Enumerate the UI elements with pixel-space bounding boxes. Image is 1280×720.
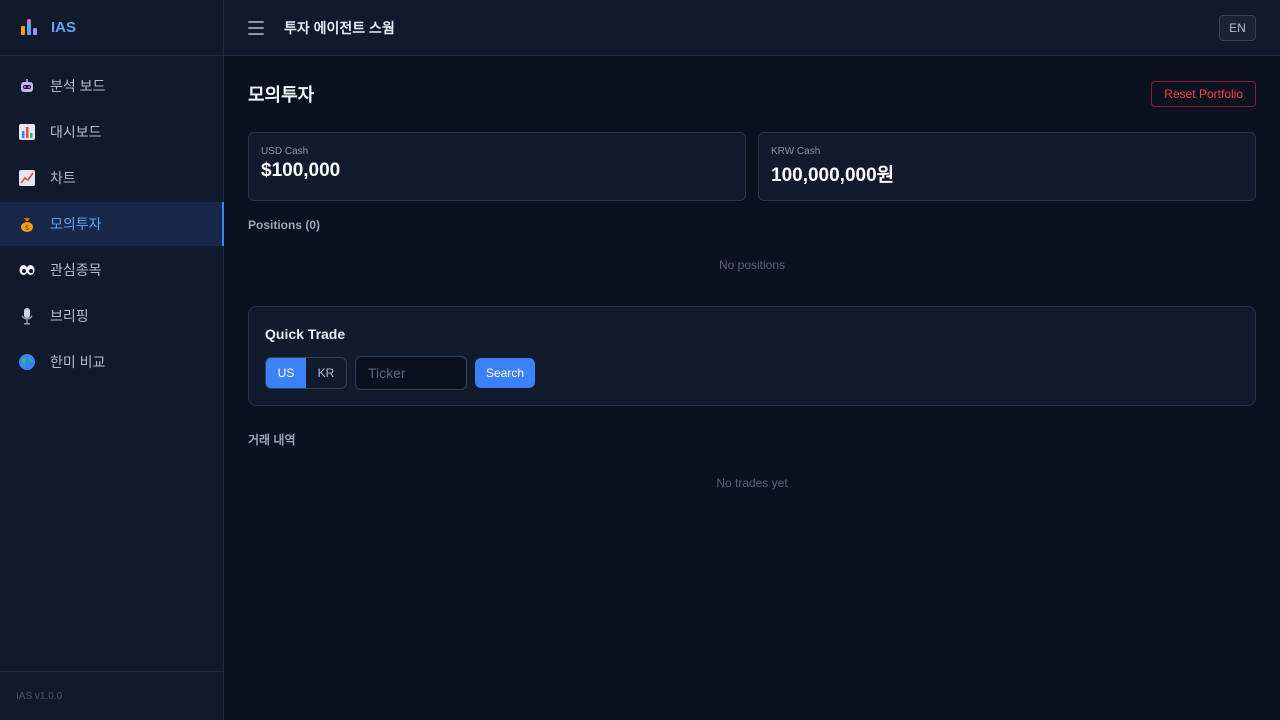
quick-trade-panel: Quick Trade US KR Search — [248, 306, 1256, 406]
quick-trade-title: Quick Trade — [265, 326, 346, 342]
sidebar-footer: IAS v1.0.0 — [0, 671, 223, 720]
language-toggle-button[interactable]: EN — [1219, 14, 1256, 41]
microphone-icon — [18, 307, 36, 325]
sidebar-item-briefing[interactable]: 브리핑 — [0, 294, 223, 338]
app-title: 투자 에이전트 스웜 — [284, 19, 395, 36]
brand-name: IAS — [51, 19, 77, 36]
ias-logo-icon — [19, 18, 39, 38]
sidebar-item-kr-us-compare[interactable]: 한미 비교 — [0, 340, 223, 384]
market-option-us[interactable]: US — [266, 358, 306, 388]
page-content: 모의투자 Reset Portfolio USD Cash $100,000 K… — [224, 56, 1280, 720]
brand[interactable]: IAS — [0, 0, 223, 56]
quick-trade-controls: US KR Search — [265, 356, 1239, 390]
market-option-kr[interactable]: KR — [306, 358, 346, 388]
ticker-input[interactable] — [355, 356, 467, 390]
main: 투자 에이전트 스웜 EN 모의투자 Reset Portfolio USD C… — [224, 0, 1280, 720]
page-title: 모의투자 — [248, 85, 315, 105]
eyes-icon — [18, 261, 36, 279]
reset-portfolio-button[interactable]: Reset Portfolio — [1151, 81, 1256, 107]
svg-text:$: $ — [25, 224, 29, 232]
sidebar-item-watchlist[interactable]: 관심종목 — [0, 248, 223, 292]
krw-cash-card: KRW Cash 100,000,000원 — [758, 132, 1256, 201]
sidebar-nav: 분석 보드 대시보드 차트 $ 모의투자 관심종목 브리핑 한미 비교 — [0, 56, 224, 386]
robot-icon — [18, 77, 36, 95]
app-version: IAS v1.0.0 — [16, 690, 63, 702]
sidebar: IAS 분석 보드 대시보드 차트 $ 모의투자 관심종목 브리핑 한미 비교 … — [0, 0, 224, 720]
line-chart-icon — [18, 169, 36, 187]
sidebar-item-label: 관심종목 — [50, 262, 102, 278]
hamburger-menu-icon[interactable] — [248, 20, 264, 35]
page-header: 모의투자 Reset Portfolio — [248, 56, 1256, 132]
sidebar-item-label: 모의투자 — [50, 216, 102, 232]
usd-cash-value: $100,000 — [261, 160, 341, 181]
usd-cash-card: USD Cash $100,000 — [248, 132, 746, 201]
positions-heading: Positions (0) — [248, 218, 321, 232]
money-bag-icon: $ — [18, 215, 36, 233]
sidebar-item-paper-trading[interactable]: $ 모의투자 — [0, 202, 224, 246]
trade-history-empty-state: No trades yet — [716, 476, 788, 490]
sidebar-item-label: 브리핑 — [50, 308, 89, 324]
positions-empty-state: No positions — [718, 258, 786, 272]
cash-summary: USD Cash $100,000 KRW Cash 100,000,000원 — [248, 132, 1256, 201]
usd-cash-label: USD Cash — [261, 146, 309, 157]
app: IAS 분석 보드 대시보드 차트 $ 모의투자 관심종목 브리핑 한미 비교 … — [0, 0, 1280, 720]
sidebar-item-chart[interactable]: 차트 — [0, 156, 223, 200]
krw-cash-value: 100,000,000원 — [771, 165, 895, 186]
trade-history-heading: 거래 내역 — [248, 433, 296, 447]
sidebar-item-label: 대시보드 — [50, 124, 102, 140]
sidebar-item-label: 차트 — [50, 170, 76, 186]
sidebar-item-analysis-board[interactable]: 분석 보드 — [0, 64, 223, 108]
topbar: 투자 에이전트 스웜 EN — [224, 0, 1280, 56]
sidebar-item-dashboard[interactable]: 대시보드 — [0, 110, 223, 154]
market-toggle: US KR — [265, 357, 347, 389]
sidebar-item-label: 한미 비교 — [50, 354, 106, 370]
sidebar-item-label: 분석 보드 — [50, 78, 106, 94]
krw-cash-label: KRW Cash — [771, 146, 821, 157]
bar-chart-icon — [18, 123, 36, 141]
globe-icon — [18, 353, 36, 371]
search-button[interactable]: Search — [475, 358, 536, 388]
